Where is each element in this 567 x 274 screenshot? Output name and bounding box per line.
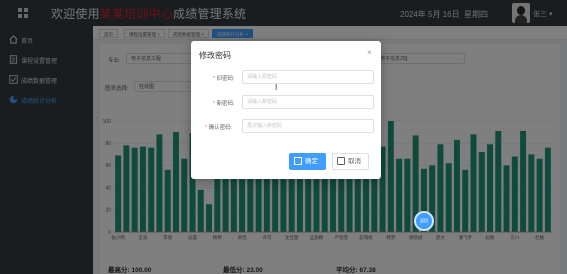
old-password-label: * 旧密码:: [213, 76, 235, 82]
cancel-button[interactable]: 取消: [332, 153, 369, 170]
text-cursor-icon: I: [275, 83, 278, 92]
dialog-title: 修改密码: [199, 51, 231, 60]
float-back-button[interactable]: 返回: [414, 211, 434, 231]
confirm-label: 确定: [305, 158, 318, 165]
confirm-password-input[interactable]: 再次输入新密码: [242, 119, 374, 133]
cancel-icon: [337, 157, 345, 165]
old-password-input[interactable]: 请输入原密码: [242, 70, 374, 84]
new-password-input[interactable]: 请输入新密码: [242, 95, 374, 109]
confirm-icon: [294, 157, 302, 165]
close-icon[interactable]: ×: [367, 48, 372, 57]
confirm-button[interactable]: 确定: [289, 153, 326, 170]
change-password-dialog: 修改密码 × * 旧密码: 请输入原密码 * 新密码: 请输入新密码 * 确认密…: [191, 41, 381, 179]
new-password-label: * 新密码:: [213, 101, 235, 107]
confirm-password-label: * 确认密码:: [205, 125, 233, 131]
cancel-label: 取消: [348, 158, 361, 165]
